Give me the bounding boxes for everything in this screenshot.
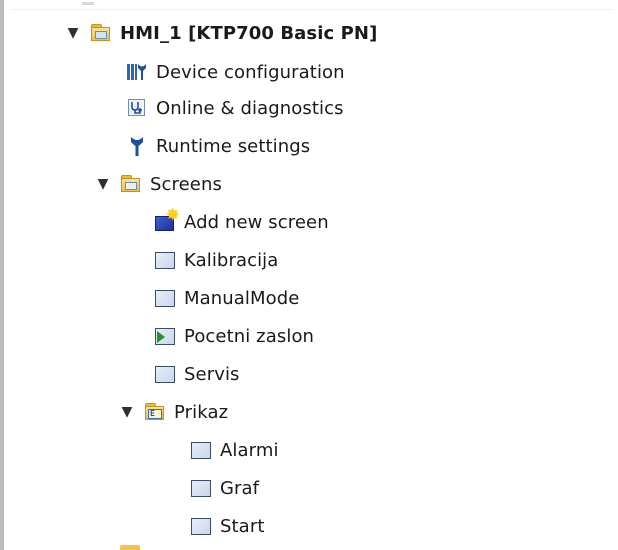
tree-item-label: Start [220,515,265,537]
tree-item-label: Pocetni zaslon [184,325,315,347]
tree-item-add-new-screen[interactable]: ✸ Add new screen [154,206,329,238]
tree-item-label: Screens [150,173,222,195]
project-tree-panel: ▼ HMI_1 [KTP700 Basic PN] Device configu… [0,0,618,550]
screens-folder-icon [120,173,142,195]
start-screen-icon [154,325,176,347]
tree-item-screen-manualmode[interactable]: ManualMode [154,282,299,314]
tree-item-label: Device configuration [156,61,345,83]
screen-icon [190,515,212,537]
device-configuration-icon [126,61,148,83]
tree-item-label: Alarmi [220,439,279,461]
add-new-screen-icon: ✸ [154,207,179,233]
tree-item-screen-start[interactable]: Start [190,510,264,542]
tree-item-label: Add new screen [184,211,329,233]
tree-item-label: Runtime settings [156,135,311,157]
tree-item-label: ManualMode [184,287,300,309]
tree-item-label: HMI_1 [KTP700 Basic PN] [120,22,378,44]
online-diagnostics-icon [126,97,148,119]
previous-item-fragment [82,2,94,5]
tree-item-screen-alarmi[interactable]: Alarmi [190,434,279,466]
tree-item-label: Graf [220,477,260,499]
runtime-settings-wrench-icon [126,135,148,157]
hmi-folder-icon [90,22,112,44]
tree-item-group-prikaz[interactable]: ▼ E Prikaz [120,396,228,428]
tree-item-hmi-1[interactable]: ▼ HMI_1 [KTP700 Basic PN] [66,17,378,49]
tree-item-screens[interactable]: ▼ Screens [96,168,222,200]
previous-item-peek [12,0,612,10]
tree-item-online-diagnostics[interactable]: Online & diagnostics [126,92,344,124]
screen-icon [154,287,176,309]
tree-item-label: Online & diagnostics [156,97,344,119]
screen-icon [190,439,212,461]
tree-item-screen-pocetni-zaslon[interactable]: Pocetni zaslon [154,320,314,352]
screen-icon [154,363,176,385]
tree-item-screen-kalibracija[interactable]: Kalibracija [154,244,278,276]
tree-item-screen-graf[interactable]: Graf [190,472,259,504]
tree-item-device-configuration[interactable]: Device configuration [126,56,345,88]
tree-item-label: Prikaz [174,401,229,423]
next-item-peek [108,544,148,550]
expand-toggle-icon[interactable]: ▼ [66,26,80,40]
screen-group-folder-icon: E [144,401,166,423]
screen-icon [154,249,176,271]
screen-icon [190,477,212,499]
tree-item-runtime-settings[interactable]: Runtime settings [126,130,310,162]
next-folder-fragment [120,545,140,550]
expand-toggle-icon[interactable]: ▼ [120,405,134,419]
expand-toggle-icon[interactable]: ▼ [96,177,110,191]
panel-left-border [0,0,4,550]
tree-item-label: Kalibracija [184,249,279,271]
tree-item-screen-servis[interactable]: Servis [154,358,240,390]
tree-item-label: Servis [184,363,240,385]
